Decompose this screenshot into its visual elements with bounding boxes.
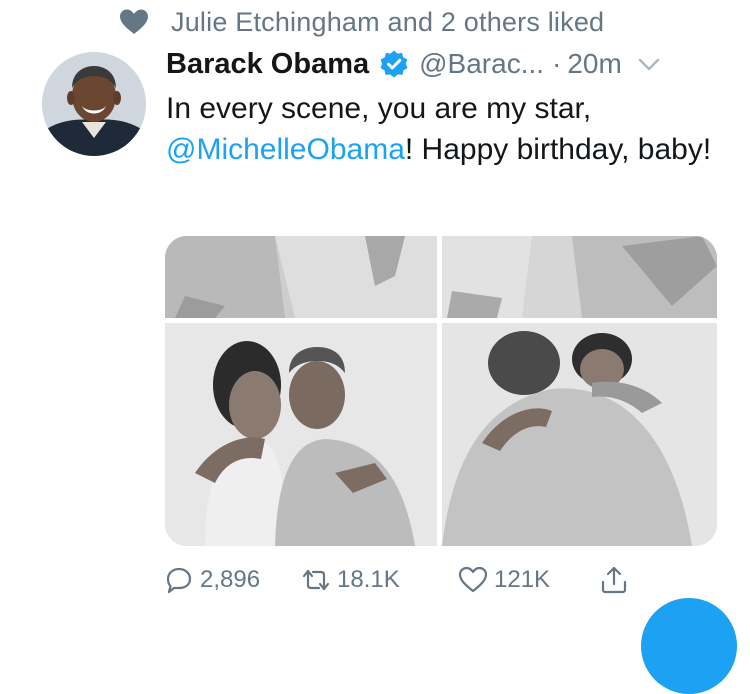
reply-button[interactable]: 2,896 <box>164 560 260 600</box>
author-name[interactable]: Barack Obama <box>166 48 369 81</box>
share-button[interactable] <box>599 560 629 600</box>
photo-content <box>165 323 437 546</box>
tweet-header: Barack Obama @Barac... · 20m <box>166 44 662 84</box>
media-photo-4[interactable] <box>442 323 717 546</box>
media-grid[interactable] <box>165 236 717 546</box>
media-photo-3[interactable] <box>165 323 437 546</box>
retweet-count: 18.1K <box>337 566 400 593</box>
mention-link[interactable]: @MichelleObama <box>166 133 405 166</box>
social-context: Julie Etchingham and 2 others liked <box>119 4 604 40</box>
meta-separator: · <box>552 48 562 79</box>
reply-icon <box>166 567 192 594</box>
heart-outline-icon <box>458 566 488 593</box>
photo-content <box>442 323 717 546</box>
heart-icon <box>120 9 148 34</box>
media-photo-1[interactable] <box>165 236 437 318</box>
compose-tweet-button[interactable] <box>641 598 737 694</box>
verified-badge-icon <box>380 50 408 78</box>
like-button[interactable]: 121K <box>458 560 550 600</box>
retweet-button[interactable]: 18.1K <box>301 560 400 600</box>
avatar-photo <box>42 52 146 156</box>
tweet-actions: 2,896 18.1K 121K <box>164 560 644 600</box>
author-handle[interactable]: @Barac... <box>419 48 544 80</box>
tweet-text-part: In every scene, you are my star, <box>166 92 592 125</box>
social-context-text: Julie Etchingham and 2 others liked <box>171 6 605 37</box>
photo-content <box>165 236 437 318</box>
chevron-down-icon[interactable] <box>636 51 662 77</box>
reply-count: 2,896 <box>200 566 261 593</box>
tweet-timestamp[interactable]: 20m <box>567 48 621 80</box>
photo-content <box>442 236 717 318</box>
like-count: 121K <box>494 566 551 593</box>
avatar[interactable] <box>42 52 146 156</box>
retweet-icon <box>302 569 330 591</box>
tweet-text-part: ! Happy birthday, baby! <box>404 133 712 166</box>
tweet-text: In every scene, you are my star, @Michel… <box>166 88 726 170</box>
media-photo-2[interactable] <box>442 236 717 318</box>
share-icon <box>601 566 627 594</box>
